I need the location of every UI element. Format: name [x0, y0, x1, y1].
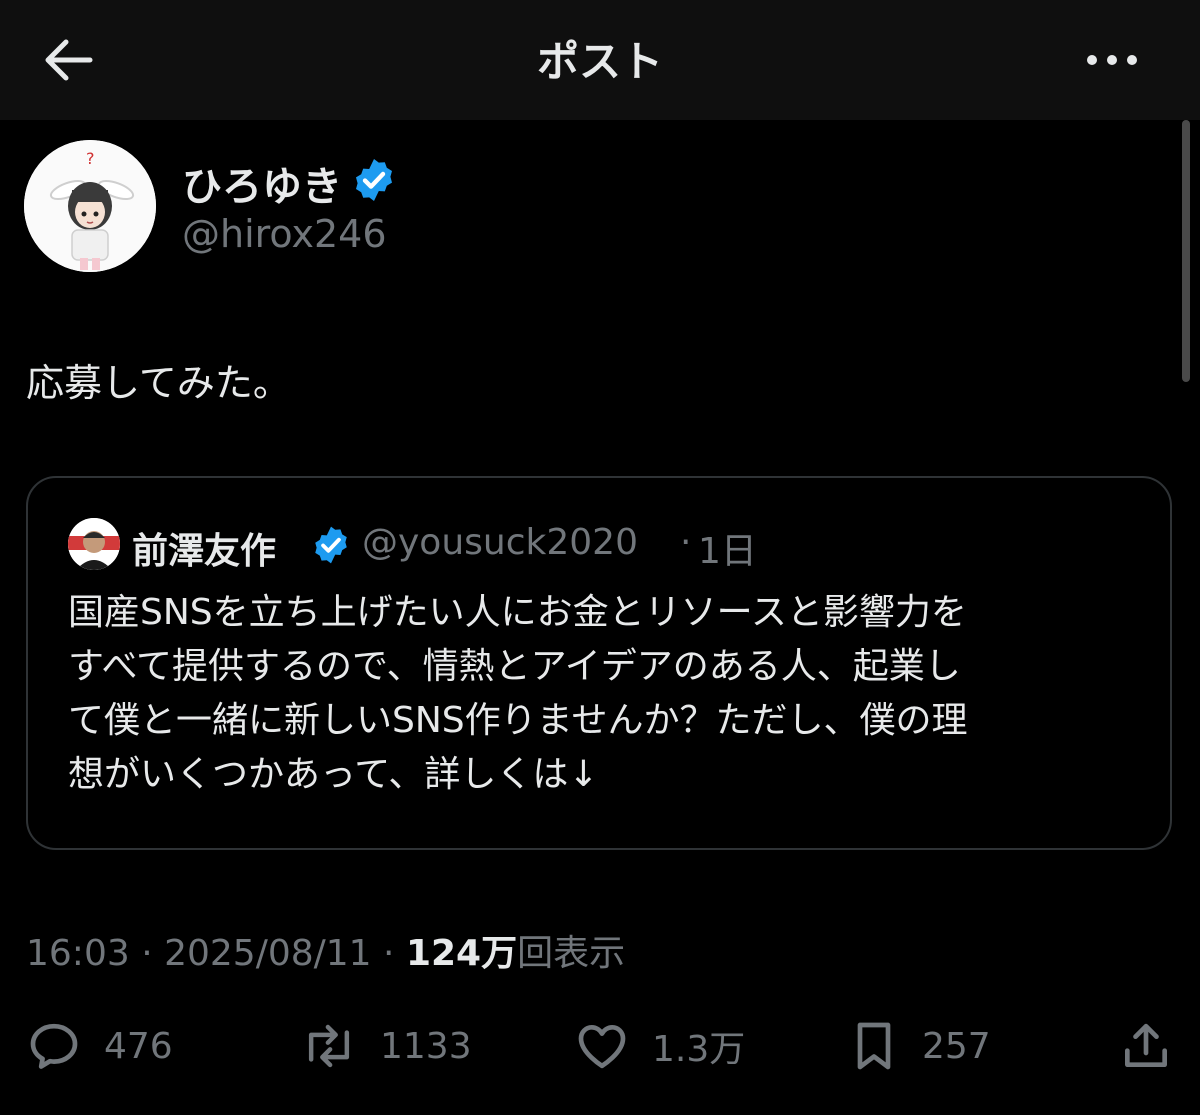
- quoted-text-line: 国産SNSを立ち上げたい人にお金とリソースと影響力を: [68, 592, 967, 633]
- quoted-text-line: すべて提供するので、情熱とアイデアのある人、起業し: [68, 646, 961, 687]
- author-display-name[interactable]: ひろゆき: [182, 154, 342, 212]
- verified-badge-icon: [350, 156, 398, 204]
- avatar[interactable]: ?: [24, 140, 156, 272]
- share-button[interactable]: [1118, 1016, 1174, 1076]
- like-button[interactable]: 1.3万: [574, 1016, 745, 1076]
- post-meta: 16:03 · 2025/08/11 · 124万回表示: [26, 924, 625, 976]
- reply-icon: [26, 1018, 82, 1074]
- quoted-author-handle: @yousuck2020: [362, 522, 638, 563]
- reply-button[interactable]: 476: [26, 1016, 173, 1076]
- view-count[interactable]: 124万: [406, 933, 517, 974]
- quoted-verified-badge-icon: [310, 524, 352, 566]
- quoted-text-line: 想がいくつかあって、詳しくは↓: [68, 754, 599, 795]
- like-count: 1.3万: [652, 1029, 746, 1070]
- quoted-avatar-photo: [68, 518, 120, 570]
- more-horizontal-icon: [1080, 38, 1144, 82]
- heart-icon: [574, 1018, 630, 1074]
- page-title: ポスト: [536, 37, 663, 86]
- share-icon: [1118, 1018, 1174, 1074]
- repost-icon: [300, 1018, 358, 1074]
- bookmark-button[interactable]: 257: [848, 1016, 991, 1076]
- bookmark-icon: [848, 1018, 900, 1074]
- quoted-time: 1日: [698, 531, 757, 572]
- view-label: 回表示: [517, 933, 626, 974]
- quoted-separator: ·: [680, 522, 692, 563]
- quoted-author-name: 前澤友作: [132, 531, 277, 572]
- repost-button[interactable]: 1133: [300, 1016, 472, 1076]
- repost-count: 1133: [380, 1025, 472, 1067]
- quoted-text: 国産SNSを立ち上げたい人にお金とリソースと影響力を すべて提供するので、情熱と…: [68, 586, 1148, 802]
- top-bar: ポスト: [0, 0, 1200, 120]
- reply-count: 476: [104, 1025, 173, 1067]
- post-date[interactable]: 2025/08/11: [164, 933, 372, 974]
- svg-text:?: ?: [86, 149, 95, 168]
- more-button[interactable]: [1080, 38, 1144, 82]
- meta-separator: ·: [371, 933, 406, 974]
- scrollbar[interactable]: [1182, 120, 1190, 382]
- meta-separator: ·: [129, 933, 165, 974]
- post-time[interactable]: 16:03: [26, 933, 130, 974]
- bookmark-count: 257: [922, 1025, 991, 1067]
- post-text: 応募してみた。: [26, 361, 291, 405]
- quoted-post[interactable]: 前澤友作 @yousuck2020 · 1日 国産SNSを立ち上げたい人にお金と…: [26, 476, 1172, 850]
- quoted-text-line: て僕と一緒に新しいSNS作りませんか？ただし、僕の理: [68, 700, 968, 741]
- avatar-illustration: ?: [24, 140, 156, 272]
- quoted-avatar[interactable]: [68, 518, 120, 570]
- author-handle[interactable]: @hirox246: [182, 212, 387, 256]
